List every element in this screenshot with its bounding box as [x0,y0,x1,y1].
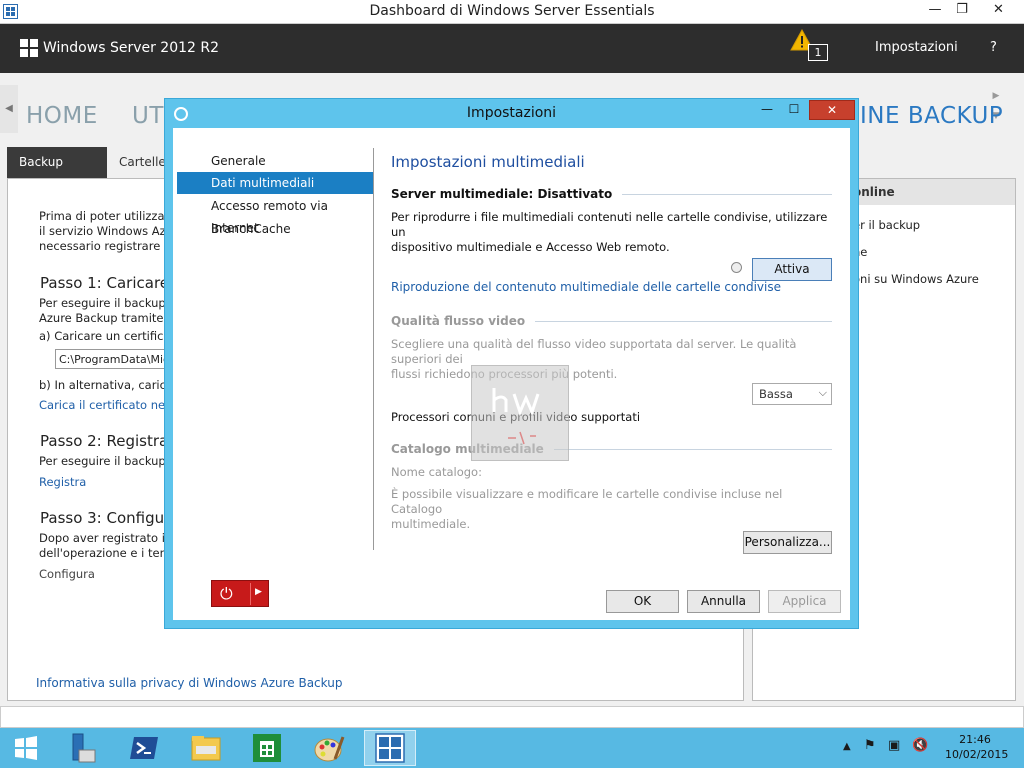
video-quality-desc: Scegliere una qualità del flusso video s… [391,337,797,381]
dialog-nav-dati-multimediali[interactable]: Dati multimediali [177,172,373,194]
taskbar-file-explorer[interactable] [180,730,232,766]
store-icon [253,734,281,762]
media-server-group: Server multimediale: Disattivato [391,187,832,201]
processors-text: Processori comuni e profili video suppor… [391,410,641,424]
dialog-nav-accesso-remoto[interactable]: Accesso remoto via Internet [177,195,373,235]
windows-start-icon [15,736,37,760]
power-menu-arrow-icon[interactable]: ▶ [255,587,262,597]
minimize-button[interactable]: — [922,0,948,21]
powershell-icon [130,737,158,759]
step1-option-a: a) Caricare un certificat [39,329,175,343]
tab-backup-online[interactable]: Backup online [7,147,107,199]
windows-logo-icon [20,39,38,57]
taskbar-store[interactable] [241,730,293,766]
brand: Windows Server 2012 R2 [20,39,219,57]
video-quality-select[interactable]: Bassa ⌵ [752,383,832,405]
register-link[interactable]: Registra [39,475,86,489]
taskbar-clock[interactable]: 21:46 10/02/2015 [945,732,1009,762]
step2-title: Passo 2: Registrar [40,432,175,450]
catalog-desc: È possibile visualizzare e modificare le… [391,487,783,531]
clock-time: 21:46 [959,733,991,746]
video-quality-group: Qualità flusso video [391,314,832,328]
configure-link[interactable]: Configura [39,567,95,582]
settings-dialog: Impostazioni — ☐ ✕ Generale Dati multime… [164,98,859,629]
window-title: Dashboard di Windows Server Essentials [369,3,655,19]
taskbar: ▲ ⚑ ▣ 🔇 21:46 10/02/2015 [0,728,1024,768]
status-bar [0,706,1024,728]
server-manager-icon [72,733,96,763]
step2-desc: Per eseguire il backup o [39,454,177,468]
task-item[interactable]: er il backup [853,218,920,232]
dialog-close-button[interactable]: ✕ [809,100,855,120]
tray-overflow-icon[interactable]: ▲ [843,741,851,752]
taskbar-server-manager[interactable] [55,730,107,766]
power-icon: ⏻ [220,584,233,603]
nav-home[interactable]: HOME [26,103,98,129]
maximize-button[interactable]: ❐ [949,0,975,21]
activate-button[interactable]: Attiva [752,258,832,281]
ok-button[interactable]: OK [606,590,679,613]
step3-title: Passo 3: Configura [40,509,180,527]
privacy-link[interactable]: Informativa sulla privacy di Windows Azu… [36,676,342,690]
power-button[interactable]: ⏻ ▶ [211,580,269,607]
dashboard-icon [375,733,405,763]
media-catalog-group: Catalogo multimediale [391,442,832,456]
taskbar-dashboard[interactable] [364,730,416,766]
nav-scroll-left-icon[interactable]: ◀ [0,85,18,133]
apply-button[interactable]: Applica [768,590,841,613]
playback-link[interactable]: Riproduzione del contenuto multimediale … [391,280,781,294]
folder-icon [191,736,221,761]
step1-desc: Per eseguire il backup d Azure Backup tr… [39,296,177,325]
nav-scroll-up-icon[interactable]: ▶ [986,91,1006,101]
dialog-body: Generale Dati multimediali Accesso remot… [173,128,850,620]
cancel-button[interactable]: Annulla [687,590,760,613]
taskbar-paint[interactable] [303,730,355,766]
start-button[interactable] [0,730,52,766]
volume-muted-icon[interactable]: 🔇 [912,738,928,753]
status-indicator-icon [731,262,742,273]
dialog-divider [373,148,374,550]
network-icon[interactable]: ▣ [888,738,900,753]
brand-label: Windows Server 2012 R2 [43,40,220,56]
taskbar-powershell[interactable] [118,730,170,766]
help-button[interactable]: ? [990,40,997,55]
dialog-maximize-button[interactable]: ☐ [781,100,807,120]
paint-palette-icon [314,736,345,762]
alert-count-badge[interactable]: 1 [808,44,828,61]
task-item[interactable]: oni su Windows Azure [853,272,979,286]
chevron-down-icon: ⌵ [818,386,827,399]
close-button[interactable]: ✕ [976,0,1021,21]
nav-backup[interactable]: INE BACKUP [860,103,1003,129]
catalog-name-label: Nome catalogo: [391,465,482,479]
step1-title: Passo 1: Caricare u [40,274,184,292]
step3-desc: Dopo aver registrato il s dell'operazion… [39,531,179,560]
app-header: Windows Server 2012 R2 1 Impostazioni ? [0,24,1024,73]
dialog-nav-generale[interactable]: Generale [177,150,373,172]
dialog-nav-branchcache[interactable]: BranchCache [177,218,373,240]
intro-text: Prima di poter utilizzare il servizio Wi… [39,209,180,253]
customize-button[interactable]: Personalizza... [743,531,832,554]
watermark-logo [471,365,569,461]
settings-link[interactable]: Impostazioni [875,40,958,55]
dialog-minimize-button[interactable]: — [754,100,780,120]
window-titlebar: Dashboard di Windows Server Essentials —… [0,0,1024,24]
media-server-desc: Per riprodurre i file multimediali conte… [391,210,828,254]
section-title: Impostazioni multimediali [391,153,585,171]
action-center-flag-icon[interactable]: ⚑ [864,738,876,753]
clock-date: 10/02/2015 [945,748,1009,761]
